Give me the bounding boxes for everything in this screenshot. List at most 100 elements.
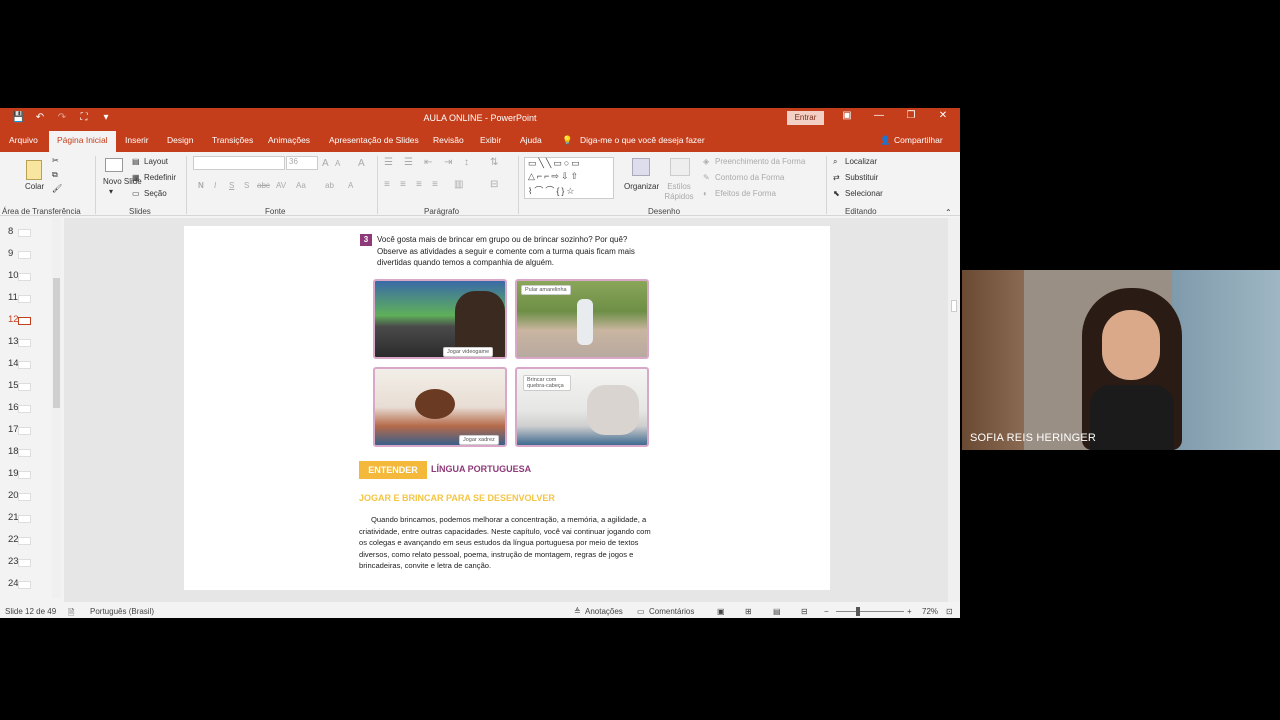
zoom-slider-thumb[interactable] [856, 607, 860, 616]
new-slide-dropdown[interactable]: ▾ [109, 187, 113, 196]
new-slide-icon[interactable] [105, 158, 123, 172]
tab-transicoes[interactable]: Transições [212, 135, 253, 145]
shape-effects-button[interactable]: Efeitos de Forma [715, 189, 776, 198]
reset-button[interactable]: Redefinir [144, 173, 176, 182]
slide-sorter-icon[interactable]: ⊞ [745, 607, 752, 616]
spellcheck-icon[interactable]: 🗎 [68, 607, 74, 621]
shrink-font-icon[interactable]: A [335, 159, 340, 168]
shape-fill-button[interactable]: Preenchimento da Forma [715, 157, 805, 166]
tab-apresentacao[interactable]: Apresentação de Slides [329, 135, 419, 145]
char-spacing-button[interactable]: AV [276, 181, 286, 190]
zoom-slider[interactable] [836, 611, 904, 612]
slide-thumbnail[interactable] [18, 581, 31, 589]
tab-ajuda[interactable]: Ajuda [520, 135, 542, 145]
align-right-icon[interactable]: ≡ [416, 179, 422, 190]
replace-button[interactable]: Substituir [845, 173, 878, 182]
collapse-ribbon-icon[interactable]: ⌃ [945, 208, 952, 217]
zoom-level[interactable]: 72% [922, 607, 938, 616]
line-spacing-icon[interactable]: ↕ [464, 157, 469, 168]
slide-thumbnail[interactable] [18, 383, 31, 391]
copy-icon[interactable]: ⧉ [52, 170, 58, 180]
tab-inserir[interactable]: Inserir [125, 135, 149, 145]
minimize-button[interactable]: — [871, 110, 887, 121]
slide-thumbnail[interactable] [18, 273, 31, 281]
fit-to-window-icon[interactable]: ⊡ [946, 607, 953, 616]
justify-icon[interactable]: ≡ [432, 179, 438, 190]
columns-icon[interactable]: ▥ [454, 179, 463, 190]
slide-thumbnail[interactable] [18, 361, 31, 369]
slide-thumbnail[interactable] [18, 295, 31, 303]
bullets-icon[interactable]: ☰ [384, 157, 393, 168]
slideshow-view-icon[interactable]: ⊟ [801, 607, 808, 616]
slide-thumbnail[interactable] [18, 471, 31, 479]
quick-styles-button[interactable]: Estilos Rápidos [664, 182, 694, 202]
zoom-in-button[interactable]: + [907, 607, 912, 616]
tab-design[interactable]: Design [167, 135, 193, 145]
numbering-icon[interactable]: ☰ [404, 157, 413, 168]
increase-indent-icon[interactable]: ⇥ [444, 157, 452, 168]
slide-thumbnail[interactable] [18, 515, 31, 523]
underline-button[interactable]: S [229, 181, 234, 190]
italic-button[interactable]: I [214, 181, 216, 190]
reading-view-icon[interactable]: ▤ [773, 607, 781, 616]
strikethrough-button[interactable]: abc [257, 181, 270, 190]
language-indicator[interactable]: Português (Brasil) [90, 607, 154, 616]
bold-button[interactable]: N [198, 181, 204, 190]
tab-exibir[interactable]: Exibir [480, 135, 501, 145]
shape-outline-button[interactable]: Contorno da Forma [715, 173, 784, 182]
slide-thumbnail[interactable] [18, 405, 31, 413]
decrease-indent-icon[interactable]: ⇤ [424, 157, 432, 168]
normal-view-icon[interactable]: ▣ [717, 607, 725, 616]
slide-thumbnail[interactable] [18, 537, 31, 545]
font-size-box[interactable]: 36 [286, 156, 318, 170]
thumbnail-scroll-thumb[interactable] [53, 278, 60, 408]
slide-scrollbar[interactable] [948, 218, 960, 602]
share-button[interactable]: Compartilhar [894, 135, 943, 145]
slide-thumbnail[interactable] [18, 449, 31, 457]
arrange-button[interactable]: Organizar [624, 182, 659, 191]
align-text-icon[interactable]: ⊟ [490, 179, 498, 190]
tab-animacoes[interactable]: Animações [268, 135, 310, 145]
tell-me-input[interactable]: Diga-me o que você deseja fazer [580, 135, 705, 145]
paste-button[interactable]: Colar [25, 182, 44, 191]
ribbon-display-icon[interactable]: ▣ [839, 110, 855, 121]
align-center-icon[interactable]: ≡ [400, 179, 406, 190]
slide-thumbnail-selected[interactable] [18, 317, 31, 325]
text-direction-icon[interactable]: ⇅ [490, 157, 498, 168]
slide-thumbnail[interactable] [18, 229, 31, 237]
slide-thumbnail[interactable] [18, 559, 31, 567]
zoom-out-button[interactable]: − [824, 607, 829, 616]
slide-thumbnail[interactable] [18, 493, 31, 501]
clear-formatting-icon[interactable]: A [358, 158, 365, 169]
slide-scroll-thumb[interactable] [951, 300, 957, 312]
slide-thumbnail[interactable] [18, 339, 31, 347]
format-painter-icon[interactable]: 🖌 [52, 184, 62, 193]
tab-revisao[interactable]: Revisão [433, 135, 464, 145]
select-button[interactable]: Selecionar [845, 189, 883, 198]
font-name-box[interactable] [193, 156, 285, 170]
section-button[interactable]: Seção [144, 189, 167, 198]
tab-pagina-inicial[interactable]: Página Inicial [49, 131, 116, 152]
find-button[interactable]: Localizar [845, 157, 877, 166]
paste-icon[interactable] [26, 160, 42, 180]
slide-thumbnail[interactable] [18, 251, 31, 259]
current-slide[interactable]: 3 Você gosta mais de brincar em grupo ou… [184, 226, 830, 590]
change-case-button[interactable]: Aa [296, 181, 306, 190]
font-color-button[interactable]: A [348, 181, 353, 190]
tab-arquivo[interactable]: Arquivo [9, 135, 38, 145]
slide-thumbnail[interactable] [18, 427, 31, 435]
comments-button[interactable]: Comentários [649, 607, 694, 616]
arrange-icon[interactable] [632, 158, 650, 176]
maximize-button[interactable]: ❐ [903, 110, 919, 121]
layout-button[interactable]: Layout [144, 157, 168, 166]
shadow-button[interactable]: S [244, 181, 249, 190]
quick-styles-icon[interactable] [670, 158, 690, 176]
align-left-icon[interactable]: ≡ [384, 179, 390, 190]
grow-font-icon[interactable]: A [322, 158, 329, 169]
close-button[interactable]: ✕ [935, 110, 951, 121]
thumbnail-scrollbar[interactable] [52, 218, 61, 598]
highlight-button[interactable]: ab [325, 181, 334, 190]
notes-button[interactable]: Anotações [585, 607, 623, 616]
cut-icon[interactable]: ✂ [52, 156, 59, 165]
sign-in-button[interactable]: Entrar [787, 111, 824, 125]
